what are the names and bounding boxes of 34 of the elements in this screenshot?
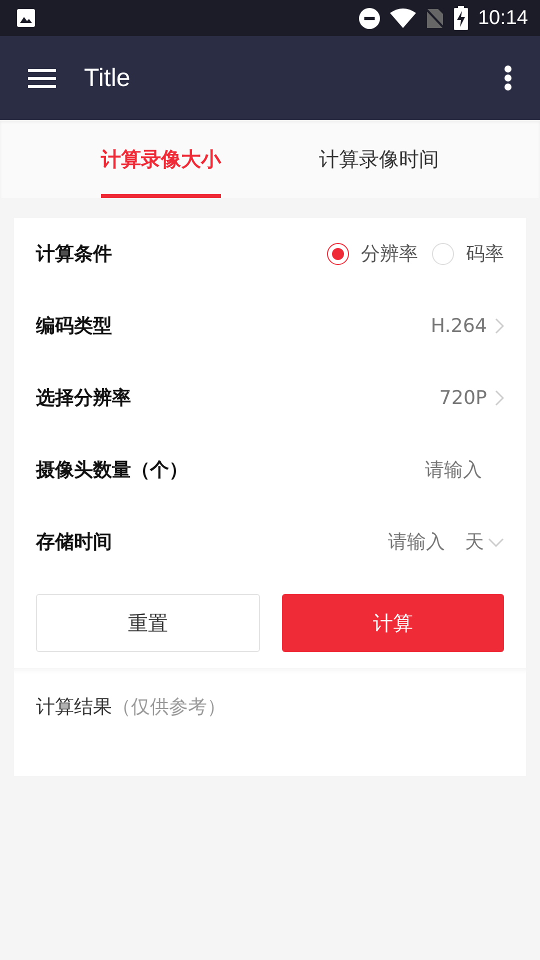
app-title: Title [84,64,132,92]
field-label: 编码类型 [36,314,113,339]
clock-time: 10:14 [478,6,528,30]
wifi-icon [390,8,416,28]
chevron-right-icon [495,390,504,406]
unit-value: 天 [465,530,484,555]
input-field[interactable]: 请输入 [392,459,482,481]
calculate-button[interactable]: 计算 [282,594,504,652]
no-sim-icon [426,8,444,28]
field-label: 存储时间 [36,530,113,555]
tab[interactable]: 计算录像时间 [319,120,439,198]
radio-label[interactable]: 分辨率 [361,241,418,267]
unit-dropdown[interactable]: 天 [465,529,504,555]
reset-button[interactable]: 重置 [36,594,260,652]
chevron-right-icon [495,318,504,334]
select-field[interactable]: 720P [439,387,504,409]
result-title: 计算结果 [36,696,112,718]
radio-label[interactable]: 码率 [466,241,504,267]
select-field[interactable]: H.264 [430,315,504,337]
input-field[interactable]: 请输入 [355,531,445,553]
select-value: H.264 [430,315,487,337]
radio-button[interactable] [327,243,349,265]
chevron-down-icon [488,538,504,546]
field-label: 计算条件 [36,242,113,267]
menu-icon[interactable] [28,68,56,88]
minus-circle-icon [358,8,380,28]
image-icon [16,8,36,28]
field-label: 摄像头数量（个） [36,458,189,483]
field-label: 选择分辨率 [36,386,132,411]
select-value: 720P [439,387,487,409]
battery-charging-icon [454,6,468,30]
more-options-icon[interactable] [504,65,512,91]
tab[interactable]: 计算录像大小 [101,120,221,198]
result-note: （仅供参考） [112,696,226,718]
